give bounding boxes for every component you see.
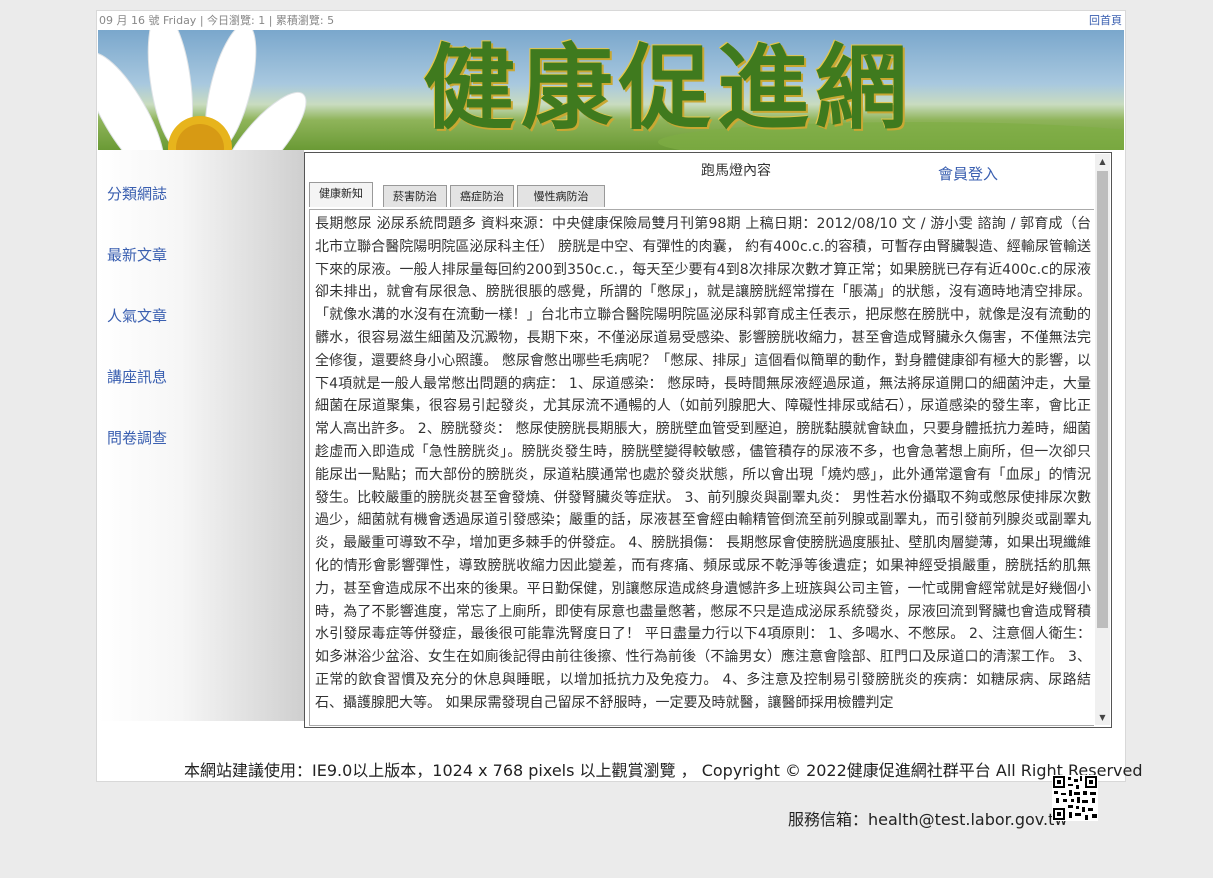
sidebar-item-latest[interactable]: 最新文章 (107, 244, 167, 265)
scroll-thumb[interactable] (1097, 171, 1108, 628)
footer-notice: 本網站建議使用：IE9.0以上版本，1024 x 768 pixels 以上觀賞… (184, 761, 1143, 780)
marquee-text: 跑馬燈內容 (701, 163, 771, 179)
member-login-link[interactable]: 會員登入 (938, 163, 998, 184)
scroll-up-icon[interactable]: ▲ (1095, 154, 1110, 169)
sidebar-item-categories[interactable]: 分類網誌 (107, 183, 167, 204)
home-link[interactable]: 回首頁 (1089, 11, 1122, 30)
tab-tobacco-control[interactable]: 菸害防治 (383, 185, 447, 207)
sidebar-item-survey[interactable]: 問卷調查 (107, 427, 167, 448)
site-banner: 健康促進網 (98, 30, 1124, 150)
qr-code-icon (1052, 775, 1098, 821)
scroll-down-icon[interactable]: ▼ (1095, 710, 1110, 725)
sidebar-item-popular[interactable]: 人氣文章 (107, 305, 167, 326)
page-frame: 09 月 16 號 Friday | 今日瀏覽: 1 | 累積瀏覽: 5 回首頁 (96, 10, 1126, 782)
sidebar: 分類網誌 最新文章 人氣文章 講座訊息 問卷調查 (98, 150, 304, 721)
scrollbar[interactable]: ▲ ▼ (1095, 154, 1110, 725)
tab-health-news[interactable]: 健康新知 (309, 182, 373, 207)
visit-stats: 09 月 16 號 Friday | 今日瀏覽: 1 | 累積瀏覽: 5 (99, 14, 335, 27)
content-panel: 跑馬燈內容 會員登入 健康新知 菸害防治 癌症防治 慢性病防治 長期憋尿 泌尿系… (304, 152, 1112, 728)
sidebar-item-lectures[interactable]: 講座訊息 (107, 366, 167, 387)
article-body: 長期憋尿 泌尿系統問題多 資料來源：中央健康保險局雙月刊第98期 上稿日期：20… (309, 209, 1094, 726)
tab-chronic-disease[interactable]: 慢性病防治 (517, 185, 605, 207)
article-text: 長期憋尿 泌尿系統問題多 資料來源：中央健康保險局雙月刊第98期 上稿日期：20… (315, 216, 1091, 711)
site-title: 健康促進網 (423, 34, 914, 142)
top-bar: 09 月 16 號 Friday | 今日瀏覽: 1 | 累積瀏覽: 5 回首頁 (97, 11, 1125, 30)
service-email: 服務信箱：health@test.labor.gov.tw (788, 810, 1068, 829)
tab-cancer-prevention[interactable]: 癌症防治 (450, 185, 514, 207)
